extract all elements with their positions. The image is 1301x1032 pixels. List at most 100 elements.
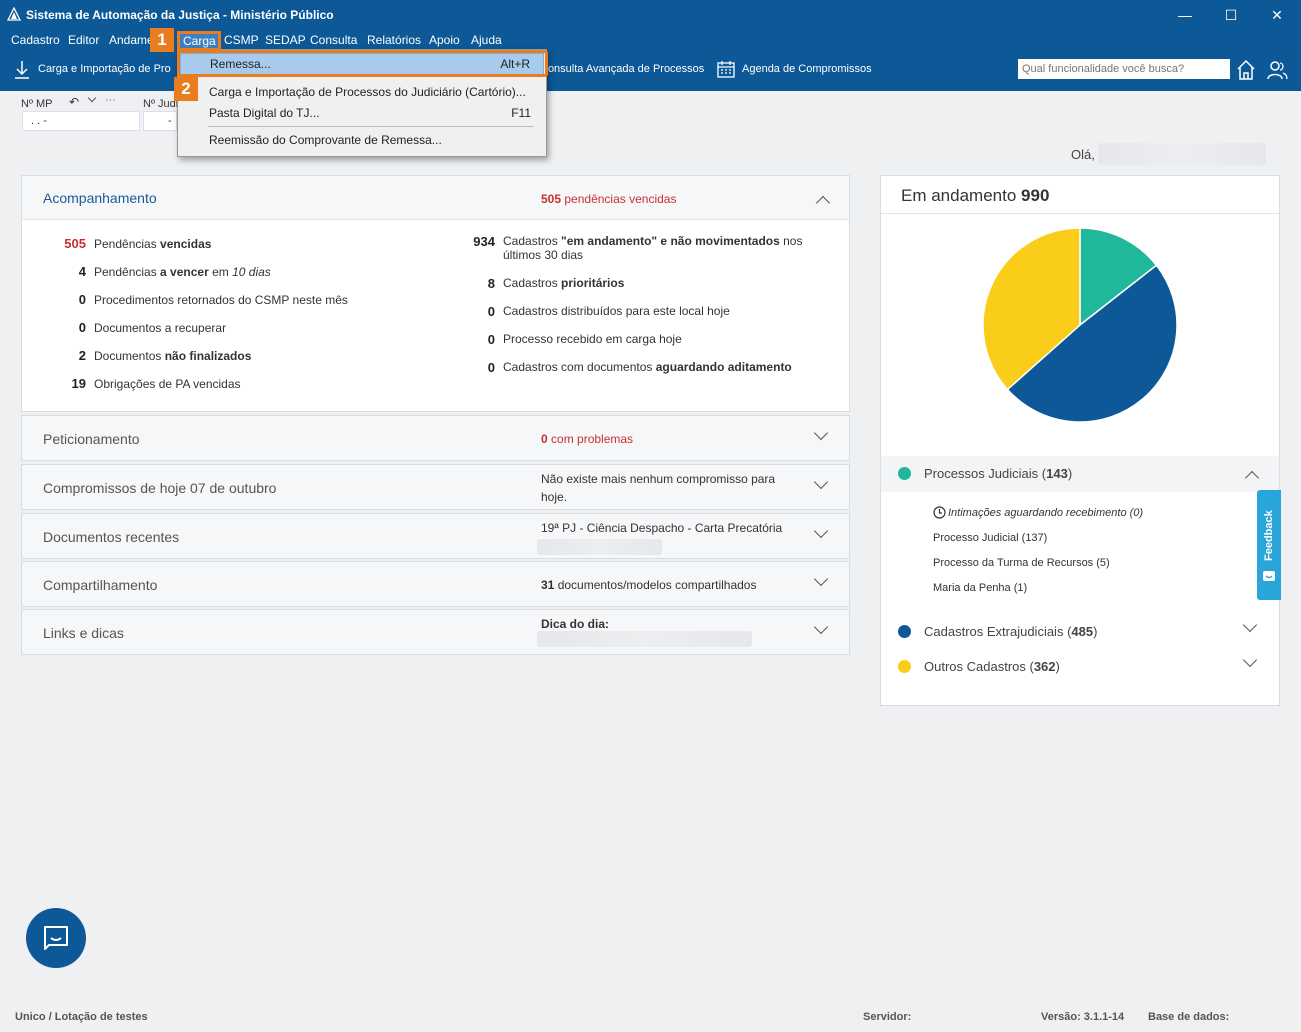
toolbar-consulta-button[interactable]: Consulta Avançada de Processos [540, 63, 704, 75]
chevron-down-icon[interactable] [813, 474, 829, 490]
row-label: Cadastros distribuídos para este local h… [503, 304, 730, 318]
step-badge-2: 2 [174, 77, 198, 101]
clock-icon [933, 506, 946, 519]
acompanhamento-header[interactable]: Acompanhamento 505 pendências vencidas [22, 176, 849, 220]
undo-icon[interactable]: ↶ [69, 95, 79, 109]
accordion-links[interactable]: Links e dicas Dica do dia: [21, 609, 850, 655]
highlight-carga-menu [177, 31, 221, 51]
group-label: Cadastros Extrajudiciais (485) [924, 624, 1098, 639]
chat-launcher-button[interactable] [26, 908, 86, 968]
redacted-text [537, 631, 752, 647]
row-label: Obrigações de PA vencidas [94, 377, 241, 391]
dropdown-item-reemissao[interactable]: Reemissão do Comprovante de Remessa... [178, 131, 546, 151]
menu-consulta[interactable]: Consulta [310, 33, 357, 47]
menu-sedap[interactable]: SEDAP [265, 33, 306, 47]
chevron-down-icon[interactable] [813, 571, 829, 587]
chevron-down-icon[interactable] [813, 425, 829, 441]
feedback-tab[interactable]: Feedback [1257, 490, 1281, 600]
app-logo-icon [7, 7, 21, 21]
status-base: Base de dados: [1148, 1011, 1230, 1023]
row-count: 0 [78, 292, 86, 307]
row-label: Processo recebido em carga hoje [503, 332, 682, 346]
menu-editor[interactable]: Editor [68, 33, 99, 47]
row-count: 934 [473, 234, 495, 249]
acompanhamento-row[interactable]: 0 Cadastros com documentos aguardando adi… [442, 358, 842, 378]
accordion-peticionamento[interactable]: Peticionamento 0 com problemas [21, 415, 850, 461]
sub-item-turma-recursos[interactable]: Processo da Turma de Recursos (5) [933, 557, 1110, 569]
acompanhamento-row[interactable]: 8 Cadastros prioritários [442, 274, 842, 294]
status-servidor: Servidor: [863, 1011, 912, 1023]
group-cadastros-extrajudiciais[interactable]: Cadastros Extrajudiciais (485) [881, 616, 1279, 646]
more-icon[interactable]: ··· [105, 94, 116, 106]
dropdown-separator [208, 126, 534, 127]
legend-dot-outros-cadastros [898, 660, 911, 673]
njud-field[interactable]: - [143, 111, 177, 131]
row-label: Pendências vencidas [94, 237, 212, 251]
nmp-field[interactable]: . . - [22, 111, 140, 131]
toolbar-carga-button[interactable]: Carga e Importação de Pro [38, 63, 171, 75]
status-lotacao: Unico / Lotação de testes [15, 1011, 148, 1023]
acompanhamento-row[interactable]: 0 Documentos a recuperar [22, 318, 442, 338]
row-count: 0 [487, 332, 495, 347]
chevron-down-icon[interactable] [813, 523, 829, 539]
menu-csmp[interactable]: CSMP [224, 33, 259, 47]
home-icon[interactable] [1236, 59, 1256, 81]
search-input[interactable] [1018, 59, 1230, 79]
acompanhamento-row[interactable]: 0 Procedimentos retornados do CSMP neste … [22, 290, 442, 310]
nmp-label: Nº MP [21, 98, 53, 110]
row-count: 8 [487, 276, 495, 291]
accordion-compartilhamento[interactable]: Compartilhamento 31 documentos/modelos co… [21, 561, 850, 607]
maximize-button[interactable]: ☐ [1208, 0, 1254, 30]
acompanhamento-row[interactable]: 4 Pendências a vencer em 10 dias [22, 262, 442, 282]
accordion-title: Compromissos de hoje 07 de outubro [43, 480, 277, 496]
chevron-up-icon[interactable] [1244, 470, 1260, 486]
main-content: Nº MP ↶ ··· . . - Nº Judi - Olá, Acompan… [0, 91, 1298, 1007]
menu-ajuda[interactable]: Ajuda [471, 33, 502, 47]
chevron-down-icon[interactable] [1242, 617, 1258, 633]
calendar-icon[interactable] [716, 59, 736, 79]
group-processos-judiciais[interactable]: Processos Judiciais (143) [881, 456, 1279, 492]
dropdown-item-carga-importacao[interactable]: Carga e Importação de Processos do Judic… [178, 83, 546, 103]
users-icon[interactable] [1266, 59, 1288, 81]
toolbar-agenda-button[interactable]: Agenda de Compromissos [742, 63, 872, 75]
minimize-button[interactable]: — [1162, 0, 1208, 30]
accordion-documentos[interactable]: Documentos recentes 19ª PJ - Ciência Desp… [21, 513, 850, 559]
chevron-down-icon[interactable] [87, 93, 97, 103]
row-label: Procedimentos retornados do CSMP neste m… [94, 293, 348, 307]
menu-cadastro[interactable]: Cadastro [11, 33, 60, 47]
acompanhamento-row[interactable]: 934 Cadastros "em andamento" e não movime… [442, 232, 842, 264]
row-label: Documentos a recuperar [94, 321, 227, 335]
chevron-down-icon[interactable] [1242, 652, 1258, 668]
njud-label: Nº Judi [143, 98, 179, 110]
menu-relatorios[interactable]: Relatórios [367, 33, 421, 47]
sub-item-maria-penha[interactable]: Maria da Penha (1) [933, 582, 1027, 594]
acompanhamento-row[interactable]: 0 Processo recebido em carga hoje [442, 330, 842, 350]
redacted-text [537, 539, 662, 555]
row-label: Cadastros "em andamento" e não movimenta… [503, 234, 803, 262]
menu-apoio[interactable]: Apoio [429, 33, 460, 47]
andamento-header: Em andamento 990 [881, 176, 1279, 214]
chevron-down-icon[interactable] [813, 619, 829, 635]
row-label: Cadastros com documentos aguardando adit… [503, 360, 792, 374]
close-button[interactable]: ✕ [1254, 0, 1300, 30]
chat-icon [44, 926, 68, 950]
accordion-title: Links e dicas [43, 625, 124, 641]
chevron-up-icon[interactable] [815, 195, 831, 211]
andamento-pie-chart [982, 227, 1178, 423]
dropdown-item-pasta-digital[interactable]: Pasta Digital do TJ... F11 [178, 104, 546, 124]
title-bar: Sistema de Automação da Justiça - Minist… [0, 0, 1301, 30]
acompanhamento-row[interactable]: 19 Obrigações de PA vencidas [22, 374, 442, 394]
acompanhamento-row[interactable]: 505 Pendências vencidas [22, 234, 442, 254]
accordion-title: Peticionamento [43, 431, 140, 447]
greeting: Olá, [1071, 147, 1095, 162]
acompanhamento-row[interactable]: 2 Documentos não finalizados [22, 346, 442, 366]
menu-andamento[interactable]: Andame [109, 33, 154, 47]
download-icon[interactable] [14, 60, 30, 80]
group-outros-cadastros[interactable]: Outros Cadastros (362) [881, 651, 1279, 681]
acompanhamento-row[interactable]: 0 Cadastros distribuídos para este local … [442, 302, 842, 322]
sub-item-intimacoes[interactable]: Intimações aguardando recebimento (0) [948, 507, 1143, 519]
accordion-compromissos[interactable]: Compromissos de hoje 07 de outubro Não ex… [21, 464, 850, 510]
acompanhamento-panel: Acompanhamento 505 pendências vencidas 5… [21, 175, 850, 412]
sub-item-processo-judicial[interactable]: Processo Judicial (137) [933, 532, 1047, 544]
user-name-redacted [1098, 143, 1266, 165]
